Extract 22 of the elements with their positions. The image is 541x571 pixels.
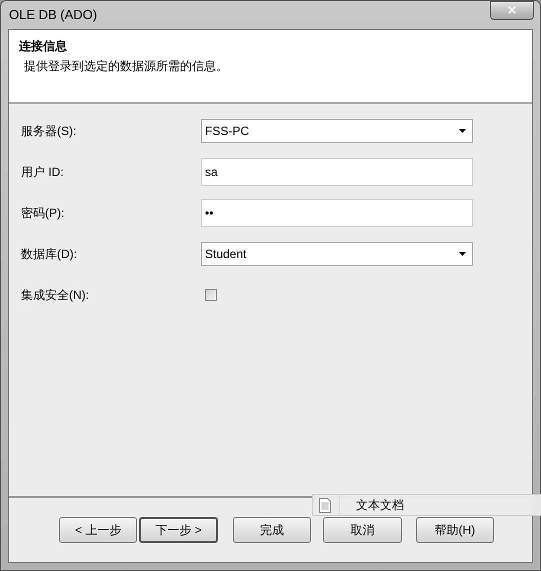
dropdown-arrow-icon [459, 128, 466, 132]
dialog-button[interactable]: 取消 [323, 517, 402, 543]
checkbox[interactable] [205, 288, 217, 300]
section-title: 连接信息 [19, 38, 68, 55]
password-field[interactable]: •• [201, 198, 473, 226]
tooltip-text: 文本文档 [356, 497, 404, 514]
window-title: OLE DB (ADO) [9, 6, 98, 24]
dropdown[interactable]: FSS-PC [201, 118, 473, 142]
dropdown[interactable]: Student [201, 242, 473, 266]
field-label: 密码(P): [21, 204, 66, 222]
field-label: 用户 ID: [21, 164, 65, 180]
dropdown-arrow-icon [459, 252, 466, 256]
section-description: 提供登录到选定的数据源所需的信息。 [23, 58, 229, 75]
dialog-button[interactable]: 完成 [232, 517, 312, 543]
dialog-button[interactable]: 下一步 > [139, 517, 218, 543]
field-label: 数据库(D): [21, 246, 78, 262]
field-label: 集成安全(N): [21, 286, 90, 304]
dialog-button[interactable]: < 上一步 [59, 517, 138, 543]
input-field[interactable]: sa [201, 158, 473, 186]
field-label: 服务器(S): [21, 122, 78, 140]
dialog-button[interactable]: 帮助(H) [416, 517, 494, 543]
document-icon [319, 498, 331, 512]
